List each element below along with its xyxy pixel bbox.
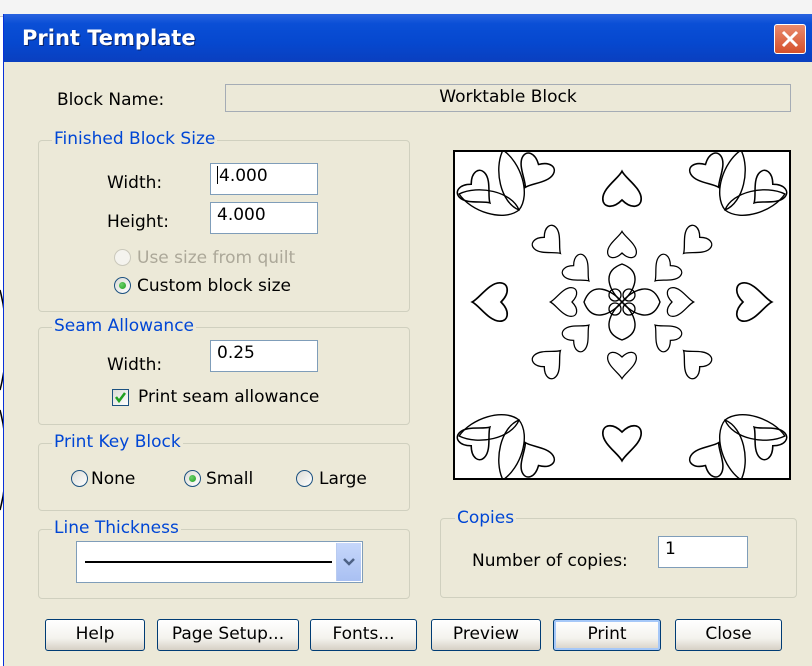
key-block-small-radio[interactable] [184,470,201,487]
block-name-field: Worktable Block [225,84,791,112]
help-button[interactable]: Help [45,619,145,651]
title-bar[interactable]: Print Template [4,14,812,62]
seam-width-label: Width: [107,355,163,375]
number-of-copies-label: Number of copies: [472,551,628,571]
radio-selected-dot [189,475,196,482]
line-thickness-select[interactable] [76,541,363,583]
dropdown-button[interactable] [336,543,361,581]
width-label: Width: [107,173,163,193]
block-width-value: 4.000 [219,166,268,186]
key-block-small-label[interactable]: Small [206,469,253,489]
block-name-label: Block Name: [57,90,165,110]
seam-width-input[interactable]: 0.25 [210,340,318,372]
radio-selected-dot [119,282,126,289]
block-preview [453,146,791,484]
close-window-button[interactable] [774,24,806,54]
use-size-from-quilt-label: Use size from quilt [137,248,296,268]
print-seam-allowance-checkbox[interactable] [112,389,129,406]
seam-allowance-title: Seam Allowance [52,316,197,336]
dialog-title: Print Template [22,26,196,50]
print-key-block-title: Print Key Block [52,432,183,452]
line-thickness-sample [85,561,332,563]
page-setup-button[interactable]: Page Setup... [157,619,299,651]
line-thickness-title: Line Thickness [52,518,181,538]
close-button[interactable]: Close [675,619,782,651]
chevron-down-icon [343,558,355,566]
text-cursor [217,166,218,184]
height-label: Height: [107,212,169,232]
close-icon [781,30,799,48]
copies-title: Copies [455,508,517,528]
key-block-large-radio[interactable] [296,470,313,487]
custom-block-size-label[interactable]: Custom block size [137,276,291,296]
finished-block-size-title: Finished Block Size [52,129,218,149]
custom-block-size-radio[interactable] [114,277,131,294]
key-block-large-label[interactable]: Large [319,469,367,489]
use-size-from-quilt-radio [114,249,131,266]
fonts-button[interactable]: Fonts... [310,619,417,651]
print-button[interactable]: Print [553,619,661,651]
key-block-none-label[interactable]: None [91,469,135,489]
key-block-none-radio[interactable] [71,470,88,487]
preview-button[interactable]: Preview [431,619,541,651]
checkmark-icon [115,392,126,404]
block-height-input[interactable]: 4.000 [210,202,318,234]
print-seam-allowance-label[interactable]: Print seam allowance [138,387,319,407]
quilt-block-drawing [453,146,791,484]
number-of-copies-input[interactable]: 1 [658,536,748,568]
block-width-input[interactable]: 4.000 [210,163,318,195]
